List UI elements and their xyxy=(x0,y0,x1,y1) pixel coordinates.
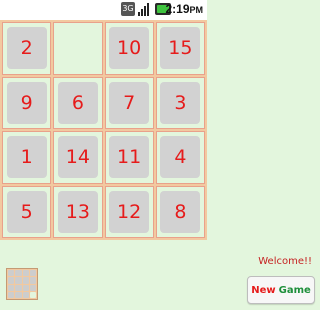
time-suffix: PM xyxy=(189,5,204,15)
puzzle-tile[interactable]: 7 xyxy=(109,81,150,124)
new-game-label-game: Game xyxy=(278,284,311,296)
board-cell[interactable]: 10 xyxy=(104,22,154,75)
board-cell xyxy=(53,22,103,75)
puzzle-tile[interactable]: 9 xyxy=(6,81,47,124)
thumbnail-cell xyxy=(15,284,22,291)
thumbnail-cell xyxy=(22,291,29,298)
thumbnail-cell xyxy=(8,270,15,277)
puzzle-tile[interactable]: 11 xyxy=(109,136,150,179)
thumbnail-cell xyxy=(8,291,15,298)
thumbnail-cell xyxy=(15,270,22,277)
puzzle-tile[interactable]: 5 xyxy=(6,190,47,233)
puzzle-tile[interactable]: 13 xyxy=(57,190,98,233)
board-cell[interactable]: 14 xyxy=(53,131,103,184)
puzzle-tile[interactable]: 4 xyxy=(160,136,201,179)
board-cell[interactable]: 11 xyxy=(104,131,154,184)
puzzle-tile[interactable]: 15 xyxy=(160,27,201,70)
status-icons: 3G xyxy=(121,2,171,16)
puzzle-tile[interactable]: 8 xyxy=(160,190,201,233)
status-bar: 3G 2:19PM xyxy=(0,0,207,20)
thumbnail-cell xyxy=(29,270,36,277)
puzzle-tile[interactable]: 2 xyxy=(6,27,47,70)
board-cell[interactable]: 15 xyxy=(155,22,205,75)
puzzle-tile[interactable]: 6 xyxy=(57,81,98,124)
3g-icon: 3G xyxy=(121,2,135,16)
board-thumbnail-icon xyxy=(6,268,38,300)
thumbnail-cell xyxy=(22,284,29,291)
puzzle-tile[interactable]: 1 xyxy=(6,136,47,179)
thumbnail-cell xyxy=(15,277,22,284)
puzzle-tile[interactable]: 10 xyxy=(109,27,150,70)
board-cell[interactable]: 6 xyxy=(53,76,103,129)
new-game-label-new: New xyxy=(251,284,276,296)
new-game-button[interactable]: New Game xyxy=(247,276,315,304)
thumbnail-cell xyxy=(29,284,36,291)
board-cell[interactable]: 12 xyxy=(104,185,154,238)
puzzle-board: 2 10 15 9 6 7 3 1 14 11 4 5 13 12 8 xyxy=(0,20,207,240)
thumbnail-cell xyxy=(8,277,15,284)
board-cell[interactable]: 9 xyxy=(2,76,52,129)
puzzle-tile[interactable]: 3 xyxy=(160,81,201,124)
time-value: 2:19 xyxy=(165,2,190,16)
thumbnail-cell xyxy=(8,284,15,291)
board-cell[interactable]: 2 xyxy=(2,22,52,75)
board-cell[interactable]: 4 xyxy=(155,131,205,184)
board-cell[interactable]: 5 xyxy=(2,185,52,238)
thumbnail-cell xyxy=(29,291,36,298)
puzzle-tile[interactable]: 14 xyxy=(57,136,98,179)
signal-icon xyxy=(138,2,152,16)
welcome-message: Welcome!! xyxy=(258,256,312,267)
thumbnail-cell xyxy=(22,270,29,277)
board-cell[interactable]: 13 xyxy=(53,185,103,238)
board-cell[interactable]: 7 xyxy=(104,76,154,129)
board-cell[interactable]: 8 xyxy=(155,185,205,238)
status-time: 2:19PM xyxy=(165,2,203,16)
thumbnail-cell xyxy=(22,277,29,284)
board-cell[interactable]: 1 xyxy=(2,131,52,184)
board-cell[interactable]: 3 xyxy=(155,76,205,129)
puzzle-tile[interactable]: 12 xyxy=(109,190,150,233)
thumbnail-cell xyxy=(29,277,36,284)
thumbnail-cell xyxy=(15,291,22,298)
